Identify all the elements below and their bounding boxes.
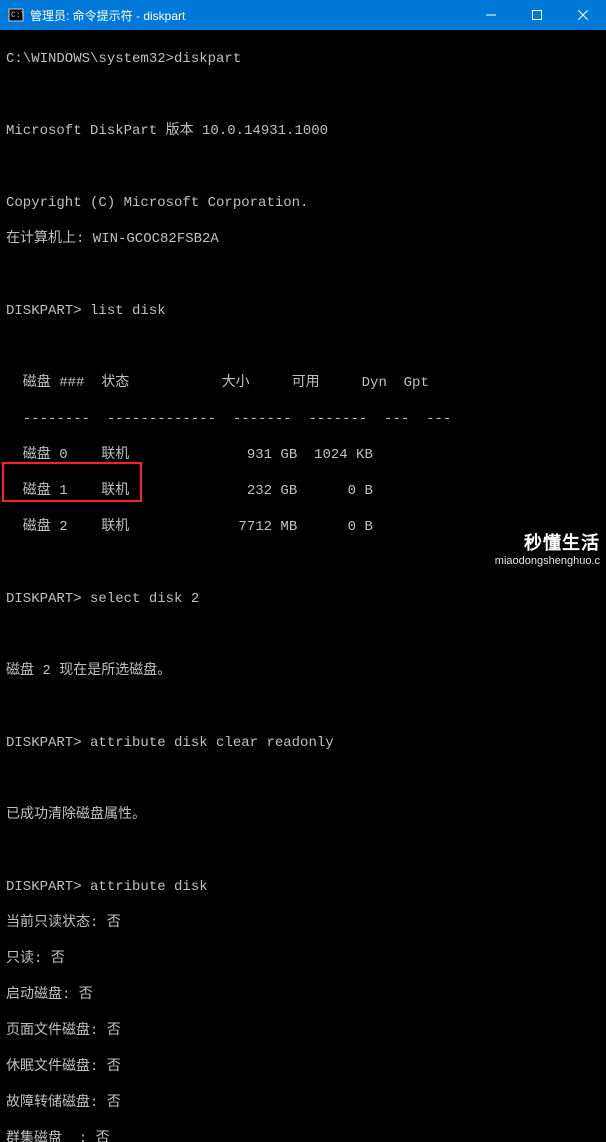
blank-line (6, 554, 600, 572)
clear-result: 已成功清除磁盘属性。 (6, 806, 600, 824)
version-line: Microsoft DiskPart 版本 10.0.14931.1000 (6, 122, 600, 140)
titlebar[interactable]: C:\ 管理员: 命令提示符 - diskpart (0, 0, 606, 30)
attribute-line: 页面文件磁盘: 否 (6, 1022, 600, 1040)
blank-line (6, 86, 600, 104)
app-icon: C:\ (8, 7, 24, 23)
terminal-output[interactable]: C:\WINDOWS\system32>diskpart Microsoft D… (0, 30, 606, 1142)
blank-line (6, 626, 600, 644)
prompt-line: C:\WINDOWS\system32>diskpart (6, 50, 600, 68)
maximize-button[interactable] (514, 0, 560, 30)
attribute-line: 休眠文件磁盘: 否 (6, 1058, 600, 1076)
svg-text:C:\: C:\ (11, 11, 24, 20)
diskpart-prompt: DISKPART> attribute disk (6, 878, 600, 896)
blank-line (6, 698, 600, 716)
minimize-button[interactable] (468, 0, 514, 30)
copyright-line: Copyright (C) Microsoft Corporation. (6, 194, 600, 212)
blank-line (6, 770, 600, 788)
window-controls (468, 0, 606, 30)
attribute-line: 当前只读状态: 否 (6, 914, 600, 932)
attribute-line: 故障转储磁盘: 否 (6, 1094, 600, 1112)
attribute-line: 只读: 否 (6, 950, 600, 968)
blank-line (6, 158, 600, 176)
table-row: 磁盘 0 联机 931 GB 1024 KB (6, 446, 600, 464)
diskpart-prompt: DISKPART> list disk (6, 302, 600, 320)
close-button[interactable] (560, 0, 606, 30)
blank-line (6, 266, 600, 284)
table-row: 磁盘 2 联机 7712 MB 0 B (6, 518, 600, 536)
diskpart-prompt: DISKPART> select disk 2 (6, 590, 600, 608)
attribute-line: 群集磁盘 : 否 (6, 1130, 600, 1142)
blank-line (6, 338, 600, 356)
computer-line: 在计算机上: WIN-GCOC82FSB2A (6, 230, 600, 248)
table-row: 磁盘 1 联机 232 GB 0 B (6, 482, 600, 500)
blank-line (6, 842, 600, 860)
window-title: 管理员: 命令提示符 - diskpart (30, 7, 468, 24)
table-header: 磁盘 ### 状态 大小 可用 Dyn Gpt (6, 374, 600, 392)
select-result: 磁盘 2 现在是所选磁盘。 (6, 662, 600, 680)
table-divider: -------- ------------- ------- ------- -… (6, 410, 600, 428)
attribute-line: 启动磁盘: 否 (6, 986, 600, 1004)
diskpart-prompt: DISKPART> attribute disk clear readonly (6, 734, 600, 752)
